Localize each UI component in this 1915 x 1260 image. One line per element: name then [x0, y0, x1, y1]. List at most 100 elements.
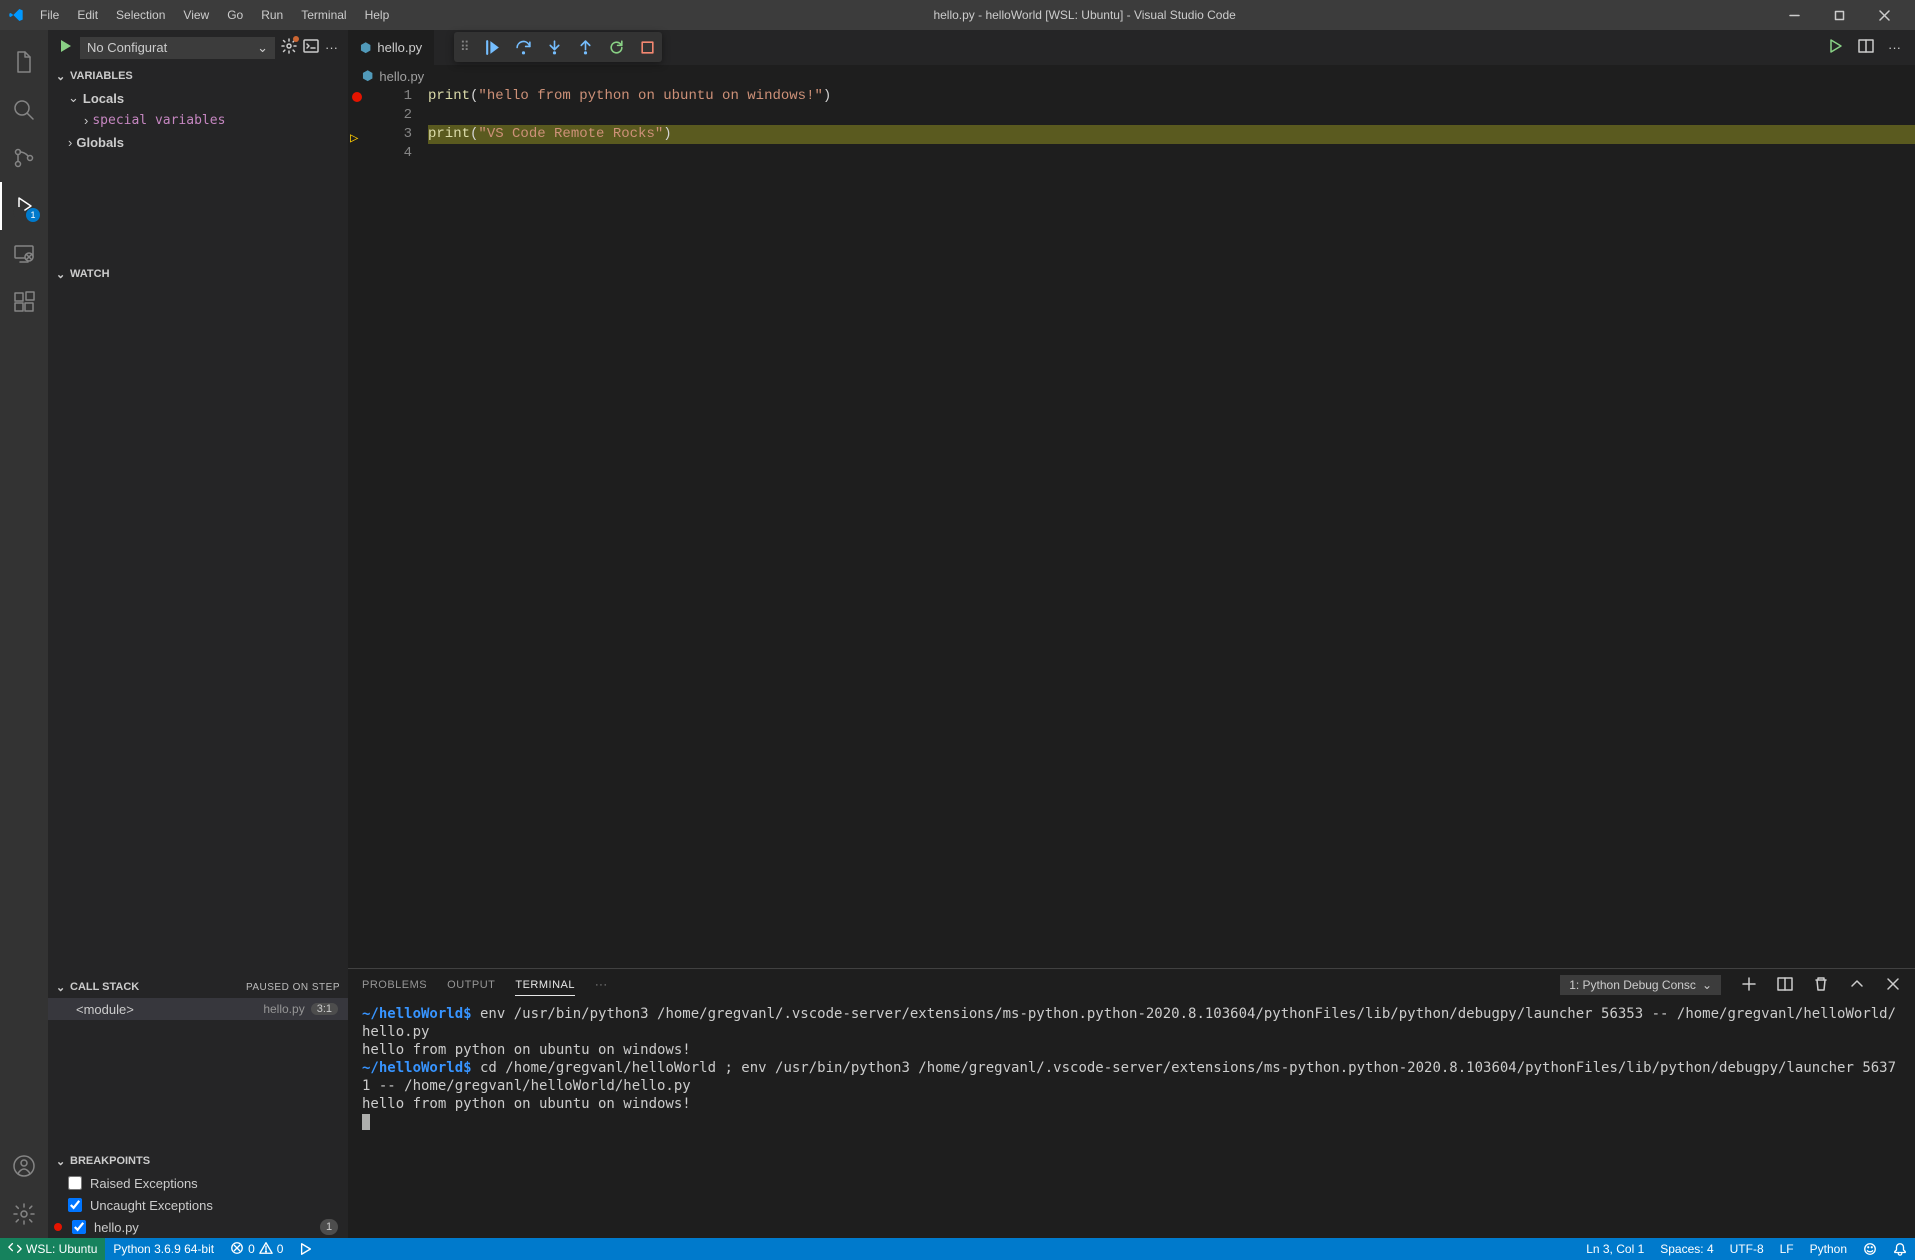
bp-checkbox[interactable]	[68, 1176, 82, 1190]
accounts-icon[interactable]	[0, 1142, 48, 1190]
menu-selection[interactable]: Selection	[108, 4, 173, 26]
code-editor[interactable]: ▷ 1 2 3 4 print("hello from python on ub…	[348, 87, 1915, 968]
stop-button[interactable]	[639, 39, 656, 56]
breakpoints-header[interactable]: ⌄ Breakpoints	[48, 1150, 348, 1172]
remote-explorer-icon[interactable]	[0, 230, 48, 278]
terminal-cursor	[362, 1114, 370, 1130]
source-control-icon[interactable]	[0, 134, 48, 182]
variables-special[interactable]: › special variables	[60, 109, 348, 131]
breadcrumb-label: hello.py	[379, 69, 424, 84]
status-encoding[interactable]: UTF-8	[1722, 1238, 1772, 1260]
split-editor-icon[interactable]	[1858, 38, 1874, 57]
grip-icon[interactable]: ⠿	[460, 39, 470, 55]
explorer-icon[interactable]	[0, 38, 48, 86]
breadcrumb[interactable]: ⬢ hello.py	[348, 65, 1915, 87]
activity-bar: 1	[0, 30, 48, 1238]
bp-checkbox[interactable]	[68, 1198, 82, 1212]
breakpoint-raised-exceptions[interactable]: Raised Exceptions	[48, 1172, 348, 1194]
breakpoint-dot-icon[interactable]	[352, 92, 362, 102]
menu-help[interactable]: Help	[357, 4, 398, 26]
status-python[interactable]: Python 3.6.9 64-bit	[105, 1238, 222, 1260]
terminal-select[interactable]: 1: Python Debug Consc⌄	[1560, 975, 1721, 995]
menu-terminal[interactable]: Terminal	[293, 4, 354, 26]
settings-gear-icon[interactable]	[0, 1190, 48, 1238]
maximize-button[interactable]	[1817, 0, 1862, 30]
run-debug-icon[interactable]: 1	[0, 182, 48, 230]
close-icon[interactable]	[1885, 976, 1901, 995]
editor-tabs: ⬢ hello.py ⠿ ···	[348, 30, 1915, 65]
breakpoints-title: Breakpoints	[70, 1155, 150, 1167]
variables-locals[interactable]: ⌄Locals	[60, 87, 348, 109]
chevron-down-icon: ⌄	[68, 90, 79, 106]
variables-globals[interactable]: ›Globals	[60, 131, 348, 153]
python-file-icon: ⬢	[362, 68, 373, 84]
status-remote[interactable]: WSL: Ubuntu	[0, 1238, 105, 1260]
menu-go[interactable]: Go	[219, 4, 251, 26]
search-icon[interactable]	[0, 86, 48, 134]
step-into-button[interactable]	[546, 39, 563, 56]
close-button[interactable]	[1862, 0, 1907, 30]
frame-label: <module>	[58, 1002, 257, 1017]
menu-file[interactable]: File	[32, 4, 67, 26]
debug-badge: 1	[26, 208, 40, 222]
trash-icon[interactable]	[1813, 976, 1829, 995]
menu-run[interactable]: Run	[253, 4, 291, 26]
status-language[interactable]: Python	[1802, 1238, 1855, 1260]
more-icon[interactable]: ···	[325, 40, 338, 55]
panel-tab-terminal[interactable]: TERMINAL	[515, 975, 575, 996]
more-icon[interactable]: ···	[595, 975, 608, 995]
more-icon[interactable]: ···	[1888, 40, 1901, 55]
debug-settings-gear-icon[interactable]	[281, 38, 297, 57]
extensions-icon[interactable]	[0, 278, 48, 326]
code-content[interactable]: print("hello from python on ubuntu on wi…	[428, 87, 1915, 968]
status-bell-icon[interactable]	[1885, 1238, 1915, 1260]
status-problems[interactable]: 0 0	[222, 1238, 291, 1260]
execution-pointer-icon: ▷	[350, 131, 358, 147]
step-over-button[interactable]	[515, 39, 532, 56]
chevron-down-icon: ⌄	[56, 268, 66, 281]
terminal-output[interactable]: ~/helloWorld$ env /usr/bin/python3 /home…	[348, 1001, 1915, 1238]
bp-checkbox[interactable]	[72, 1220, 86, 1234]
debug-console-icon[interactable]	[303, 38, 319, 57]
panel-tab-problems[interactable]: PROBLEMS	[362, 975, 427, 995]
chevron-up-icon[interactable]	[1849, 976, 1865, 995]
special-variables-label: special variables	[92, 113, 225, 128]
callstack-header[interactable]: ⌄Call StackPaused on step	[48, 976, 348, 998]
python-file-icon: ⬢	[360, 40, 371, 56]
callstack-frame[interactable]: <module> hello.py 3:1	[48, 998, 348, 1020]
chevron-down-icon: ⌄	[56, 1155, 66, 1168]
tab-hello-py[interactable]: ⬢ hello.py	[348, 30, 435, 65]
variables-header[interactable]: ⌄Variables	[48, 65, 348, 87]
status-spaces[interactable]: Spaces: 4	[1652, 1238, 1721, 1260]
continue-button[interactable]	[484, 39, 501, 56]
chevron-down-icon: ⌄	[56, 981, 66, 994]
restart-button[interactable]	[608, 39, 625, 56]
debug-action-toolbar[interactable]: ⠿	[454, 32, 662, 62]
panel-tabs: PROBLEMS OUTPUT TERMINAL ··· 1: Python D…	[348, 969, 1915, 1001]
split-terminal-icon[interactable]	[1777, 976, 1793, 995]
line-numbers: 1 2 3 4	[368, 87, 428, 968]
glyph-margin[interactable]: ▷	[348, 87, 368, 968]
status-remote-label: WSL: Ubuntu	[26, 1242, 97, 1256]
watch-title: Watch	[70, 268, 110, 280]
step-out-button[interactable]	[577, 39, 594, 56]
status-feedback-icon[interactable]	[1855, 1238, 1885, 1260]
bp-label: hello.py	[94, 1220, 139, 1235]
menu-edit[interactable]: Edit	[69, 4, 106, 26]
chevron-right-icon: ›	[84, 113, 88, 128]
status-cursor-position[interactable]: Ln 3, Col 1	[1578, 1238, 1652, 1260]
breakpoint-file[interactable]: hello.py 1	[48, 1216, 348, 1238]
vscode-logo-icon	[8, 7, 24, 23]
debug-config-select[interactable]: No Configurat⌄	[80, 37, 275, 59]
new-terminal-icon[interactable]	[1741, 976, 1757, 995]
minimize-button[interactable]	[1772, 0, 1817, 30]
status-eol[interactable]: LF	[1772, 1238, 1802, 1260]
start-debug-button[interactable]	[58, 38, 74, 57]
breakpoint-uncaught-exceptions[interactable]: Uncaught Exceptions	[48, 1194, 348, 1216]
chevron-down-icon: ⌄	[257, 40, 268, 56]
run-button[interactable]	[1828, 38, 1844, 57]
panel-tab-output[interactable]: OUTPUT	[447, 975, 495, 995]
status-debug-start[interactable]	[291, 1238, 321, 1260]
menu-view[interactable]: View	[175, 4, 217, 26]
watch-header[interactable]: ⌄ Watch	[48, 263, 348, 285]
